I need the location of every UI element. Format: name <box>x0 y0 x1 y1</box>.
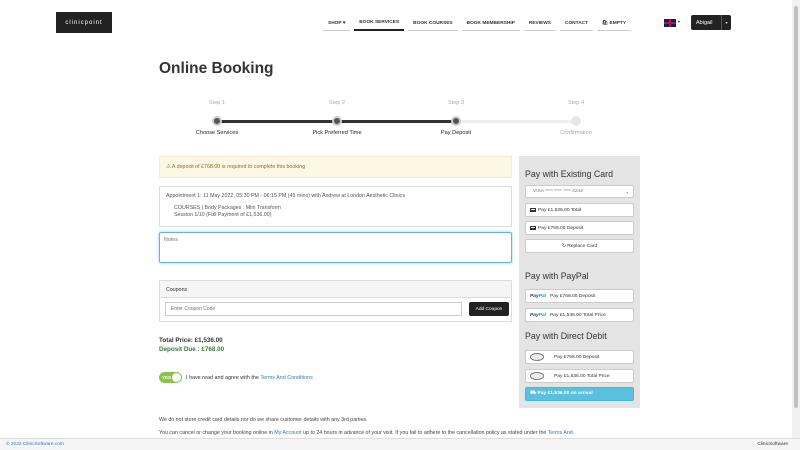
appointment-details: Appointment 1: 11 May 2022, 05:30 PM - 0… <box>166 193 405 199</box>
nav-book-courses[interactable]: BOOK COURSES <box>408 16 458 31</box>
deposit-alert: ⚠ A deposit of £768.00 is required to co… <box>159 156 512 178</box>
card-pay-deposit-button[interactable]: Pay £768.00 Deposit <box>525 221 634 235</box>
cancellation-text-2: up to 24 hours in advance of your visit.… <box>301 430 548 436</box>
button-label: Pay £768.00 Deposit <box>554 354 600 360</box>
totals: Total Price: £1,536.00 Deposit Due : £76… <box>159 336 224 354</box>
step-name: Pick Preferred Time <box>312 130 362 136</box>
step-2: Step 2 Pick Preferred Time <box>297 100 377 136</box>
coupon-code-input[interactable] <box>165 302 462 316</box>
step-dot <box>332 116 342 126</box>
nav-book-membership[interactable]: BOOK MEMBERSHIP <box>461 16 520 31</box>
footer-brand: ClinicSoftware <box>757 442 788 447</box>
nav-reviews[interactable]: REVIEWS <box>523 16 556 31</box>
replace-card-button[interactable]: ↻ Replace Card <box>525 239 634 253</box>
step-label: Step 2 <box>328 100 346 106</box>
terms-toggle[interactable]: YES <box>159 372 182 383</box>
page-footer: © 2022 ClinicSoftware.com ClinicSoftware <box>0 438 800 450</box>
page-scrollbar[interactable] <box>792 0 800 438</box>
cancellation-note: You can cancel or change your booking on… <box>159 430 573 436</box>
direct-debit-icon <box>530 353 544 361</box>
step-name: Choose Services <box>195 130 239 136</box>
dd-deposit-button[interactable]: Pay £768.00 Deposit <box>525 350 634 364</box>
appointment-course: COURSES | Body Packages : Mini Transform <box>174 205 281 211</box>
step-1: Step 1 Choose Services <box>177 100 257 136</box>
step-name: Confirmation <box>560 130 592 136</box>
payment-panel: Pay with Existing Card VISA **** **** **… <box>519 156 640 408</box>
step-dot <box>571 116 581 126</box>
saved-card-select[interactable]: VISA **** **** **** 4242 ⌄ <box>525 185 634 198</box>
paypal-total-button[interactable]: PayPal Pay £1,536.00 Total Price <box>525 308 634 322</box>
appointment-summary: Appointment 1: 11 May 2022, 05:30 PM - 0… <box>159 186 512 227</box>
brand-logo[interactable]: clinicpoint <box>56 12 112 33</box>
paypal-deposit-button[interactable]: PayPal Pay £768.00 Deposit <box>525 289 634 303</box>
direct-debit-icon <box>530 372 544 380</box>
nav-shop[interactable]: SHOP ▾ <box>323 16 351 31</box>
page-title: Online Booking <box>159 60 274 77</box>
step-dot <box>451 116 461 126</box>
button-label: Pay £1,536.00 Total <box>538 207 582 213</box>
cancellation-text-1: You can cancel or change your booking on… <box>159 430 275 436</box>
chevron-down-icon: ⌄ <box>625 189 629 194</box>
paypal-logo: PayPal <box>530 293 547 299</box>
paypal-title: Pay with PayPal <box>525 271 589 281</box>
paypal-logo: PayPal <box>530 312 547 318</box>
add-coupon-button[interactable]: Add Coupon <box>469 302 509 316</box>
button-label: Pay £768.00 Deposit <box>550 293 596 299</box>
button-label: Pay £1,536.00 Total Price <box>550 312 606 318</box>
my-account-link[interactable]: My Account <box>274 430 301 436</box>
step-label: Step 3 <box>447 100 465 106</box>
pay-on-arrival-button[interactable]: ⛟ Pay £1,536.00 on arrival <box>525 387 634 401</box>
booking-stepper: Step 1 Choose Services Step 2 Pick Prefe… <box>159 100 640 145</box>
privacy-note: We do not store credit card details nor … <box>159 417 368 423</box>
button-label: Pay £1,536.00 Total Price <box>554 373 610 379</box>
user-menu-button[interactable]: Abigail ▾ <box>691 15 731 30</box>
appointment-session: Session 1/10 (Full Payment of £1,536.00) <box>174 212 272 218</box>
notes-textarea[interactable] <box>159 232 512 263</box>
total-price: Total Price: £1,536.00 <box>159 337 223 344</box>
credit-card-icon <box>530 226 536 230</box>
button-label: Pay £768.00 Deposit <box>538 225 584 231</box>
step-label: Step 1 <box>208 100 226 106</box>
step-label: Step 4 <box>567 100 585 106</box>
terms-agreement: YES I have read and agree with the Terms… <box>159 372 313 383</box>
step-3: Step 3 Pay Deposit <box>416 100 496 136</box>
step-4: Step 4 Confirmation <box>536 100 616 136</box>
terms-text: I have read and agree with the <box>186 374 259 381</box>
terms-footer-link[interactable]: Terms And <box>548 430 573 436</box>
scrollbar-thumb[interactable] <box>794 6 798 408</box>
step-dot <box>212 116 222 126</box>
dd-total-button[interactable]: Pay £1,536.00 Total Price <box>525 369 634 383</box>
nav-contact[interactable]: CONTACT <box>559 16 594 31</box>
card-pay-total-button[interactable]: Pay £1,536.00 Total <box>525 203 634 217</box>
existing-card-title: Pay with Existing Card <box>525 169 614 179</box>
nav-book-services[interactable]: BOOK SERVICES <box>354 16 405 31</box>
user-name[interactable]: Abigail <box>691 15 721 30</box>
user-caret-icon[interactable]: ▾ <box>721 15 731 30</box>
deposit-due: Deposit Due : £768.00 <box>159 346 225 353</box>
uk-flag-icon[interactable] <box>664 19 676 27</box>
nav-cart[interactable]: 🛍 EMPTY <box>597 16 632 31</box>
saved-card-value: VISA **** **** **** 4242 <box>533 189 584 194</box>
step-name: Pay Deposit <box>440 130 472 136</box>
language-caret-icon[interactable]: ▾ <box>678 19 680 24</box>
direct-debit-title: Pay with Direct Debit <box>525 331 607 341</box>
credit-card-icon <box>530 208 536 212</box>
main-nav: SHOP ▾ BOOK SERVICES BOOK COURSES BOOK M… <box>323 16 635 31</box>
coupons-panel: Coupons Add Coupon <box>159 280 512 322</box>
terms-link[interactable]: Terms And Conditions <box>260 375 312 381</box>
coupons-heading: Coupons <box>160 281 511 298</box>
copyright-link[interactable]: © 2022 ClinicSoftware.com <box>6 442 64 447</box>
